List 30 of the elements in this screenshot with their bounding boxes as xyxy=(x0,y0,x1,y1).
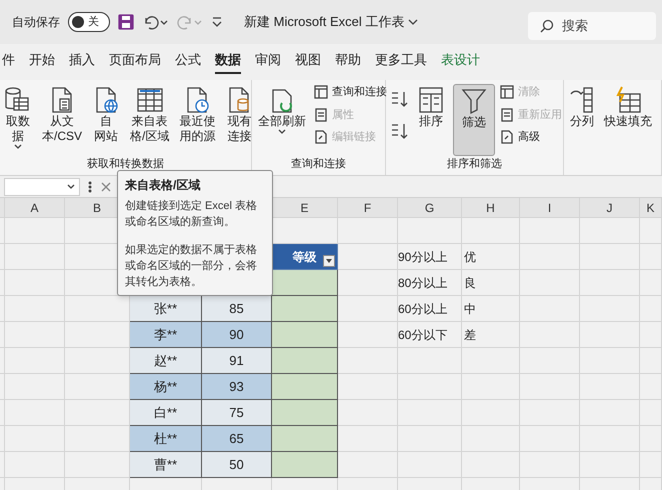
table-cell: 杨** xyxy=(130,374,202,400)
table-cell: 优 xyxy=(462,244,520,270)
table-cell: 张** xyxy=(130,296,202,322)
table-cell: 80分以上 xyxy=(398,270,462,296)
table-cell: 差 xyxy=(462,322,520,348)
table-cell: 曹** xyxy=(130,452,202,478)
table-cell: 90 xyxy=(202,322,272,348)
table-cell: 65 xyxy=(202,426,272,452)
table-cell: 50 xyxy=(202,452,272,478)
ribbon-group-label: 排序和筛选 xyxy=(446,156,503,172)
table-cell: 杜** xyxy=(130,426,202,452)
ribbon-group-label: 获取和转换数据 xyxy=(86,156,165,172)
tooltip-title: 来自表格/区域 xyxy=(125,177,202,194)
table-cell: 60分以上 xyxy=(398,296,462,322)
tooltip-text: 如果选定的数据不属于表格或命名区域的一部分，会将其转化为表格。 xyxy=(125,242,258,290)
window-title: 新建 Microsoft Excel 工作表 xyxy=(244,13,404,32)
table-cell: 中 xyxy=(462,296,520,322)
table-header-cell: 等级 xyxy=(272,244,338,270)
autosave-label: 自动保存 xyxy=(12,14,60,31)
table-cell: 白** xyxy=(130,400,202,426)
table-cell: 91 xyxy=(202,348,272,374)
ribbon-group-label: 查询和连接 xyxy=(290,156,347,172)
table-cell: 93 xyxy=(202,374,272,400)
table-cell: 李** xyxy=(130,322,202,348)
table-cell: 85 xyxy=(202,296,272,322)
table-cell: 赵** xyxy=(130,348,202,374)
table-cell: 75 xyxy=(202,400,272,426)
table-cell: 60分以下 xyxy=(398,322,462,348)
table-cell: 良 xyxy=(462,270,520,296)
table-cell: 90分以上 xyxy=(398,244,462,270)
